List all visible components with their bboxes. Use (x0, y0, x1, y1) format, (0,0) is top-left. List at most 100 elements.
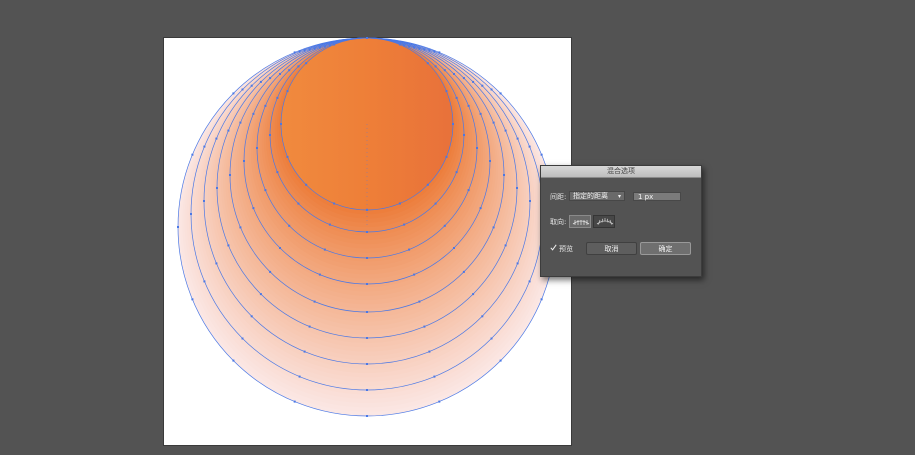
anchor-point[interactable] (305, 62, 308, 65)
anchor-point[interactable] (408, 248, 411, 251)
anchor-point[interactable] (433, 50, 436, 53)
anchor-point[interactable] (288, 224, 291, 227)
anchor-point[interactable] (333, 43, 336, 46)
anchor-point[interactable] (313, 47, 316, 50)
anchor-point[interactable] (453, 73, 455, 75)
anchor-point[interactable] (467, 189, 470, 192)
spacing-distance-input[interactable]: 1 px (633, 192, 681, 201)
anchor-point[interactable] (243, 160, 245, 162)
anchor-point[interactable] (203, 280, 206, 283)
anchor-point[interactable] (297, 202, 300, 205)
anchor-point[interactable] (191, 298, 194, 301)
anchor-point[interactable] (492, 226, 495, 229)
anchor-point[interactable] (256, 147, 258, 149)
anchor-point[interactable] (269, 77, 272, 80)
anchor-point[interactable] (445, 155, 448, 158)
anchor-point[interactable] (428, 49, 431, 52)
anchor-point[interactable] (438, 51, 441, 54)
anchor-point[interactable] (323, 248, 326, 251)
anchor-point[interactable] (215, 137, 218, 140)
anchor-point[interactable] (403, 44, 406, 47)
anchor-point[interactable] (250, 315, 253, 318)
anchor-point[interactable] (428, 350, 431, 353)
anchor-point[interactable] (297, 65, 300, 68)
anchor-point[interactable] (286, 90, 289, 93)
anchor-point[interactable] (250, 84, 253, 87)
anchor-point[interactable] (490, 337, 493, 340)
dialog-titlebar[interactable]: 混合选项 (541, 166, 701, 178)
anchor-point[interactable] (279, 73, 281, 75)
anchor-point[interactable] (232, 359, 235, 362)
anchor-point[interactable] (276, 171, 279, 174)
anchor-point[interactable] (443, 69, 446, 72)
anchor-point[interactable] (504, 244, 507, 247)
blend-artwork[interactable] (0, 0, 915, 455)
cancel-button[interactable]: 取消 (586, 242, 637, 255)
anchor-point[interactable] (313, 300, 316, 303)
anchor-point[interactable] (318, 46, 321, 49)
anchor-point[interactable] (479, 207, 482, 210)
anchor-point[interactable] (398, 202, 401, 205)
anchor-point[interactable] (499, 92, 502, 95)
anchor-point[interactable] (418, 300, 421, 303)
anchor-point[interactable] (203, 200, 205, 202)
anchor-point[interactable] (434, 65, 437, 68)
anchor-point[interactable] (286, 155, 289, 158)
anchor-point[interactable] (241, 88, 244, 91)
anchor-point[interactable] (434, 202, 437, 205)
anchor-point[interactable] (467, 104, 470, 107)
anchor-point[interactable] (366, 415, 368, 417)
anchor-point[interactable] (303, 350, 306, 353)
anchor-point[interactable] (516, 187, 518, 189)
anchor-point[interactable] (418, 47, 421, 50)
anchor-point[interactable] (366, 337, 368, 339)
anchor-point[interactable] (453, 247, 455, 249)
anchor-point[interactable] (529, 200, 531, 202)
anchor-point[interactable] (366, 311, 368, 313)
anchor-point[interactable] (423, 48, 426, 51)
anchor-point[interactable] (229, 174, 231, 176)
anchor-point[interactable] (528, 145, 531, 148)
anchor-point[interactable] (472, 293, 475, 296)
orientation-align-page-button[interactable] (569, 215, 591, 228)
anchor-point[interactable] (239, 226, 242, 229)
anchor-point[interactable] (479, 112, 482, 115)
anchor-point[interactable] (259, 80, 262, 83)
anchor-point[interactable] (528, 280, 531, 283)
anchor-point[interactable] (445, 90, 448, 93)
ok-button[interactable]: 确定 (640, 242, 691, 255)
anchor-point[interactable] (252, 112, 255, 115)
anchor-point[interactable] (540, 153, 543, 156)
anchor-point[interactable] (366, 363, 368, 365)
anchor-point[interactable] (426, 183, 429, 186)
anchor-point[interactable] (452, 123, 454, 125)
anchor-point[interactable] (413, 273, 416, 276)
anchor-point[interactable] (191, 153, 194, 156)
anchor-point[interactable] (279, 247, 281, 249)
anchor-point[interactable] (328, 44, 331, 47)
anchor-point[interactable] (227, 129, 230, 132)
anchor-point[interactable] (462, 77, 465, 80)
anchor-point[interactable] (403, 223, 406, 226)
anchor-point[interactable] (190, 213, 192, 215)
anchor-point[interactable] (227, 244, 230, 247)
preview-checkbox[interactable] (550, 244, 557, 251)
anchor-point[interactable] (288, 69, 291, 72)
anchor-point[interactable] (269, 270, 272, 273)
anchor-point[interactable] (503, 174, 505, 176)
anchor-point[interactable] (504, 129, 507, 132)
anchor-point[interactable] (293, 400, 296, 403)
anchor-point[interactable] (305, 183, 308, 186)
anchor-point[interactable] (232, 92, 235, 95)
anchor-point[interactable] (426, 62, 429, 65)
anchor-point[interactable] (443, 224, 446, 227)
anchor-point[interactable] (323, 45, 326, 48)
anchor-point[interactable] (328, 223, 331, 226)
anchor-point[interactable] (264, 104, 267, 107)
canvas-workspace[interactable]: 混合选项 间距: 指定的距离 ▾ 1 px 取向: 预览 取消 确定 (0, 0, 915, 455)
orientation-align-path-button[interactable] (593, 215, 615, 228)
anchor-point[interactable] (481, 84, 484, 87)
anchor-point[interactable] (303, 49, 306, 52)
anchor-point[interactable] (177, 226, 179, 228)
anchor-point[interactable] (489, 160, 491, 162)
